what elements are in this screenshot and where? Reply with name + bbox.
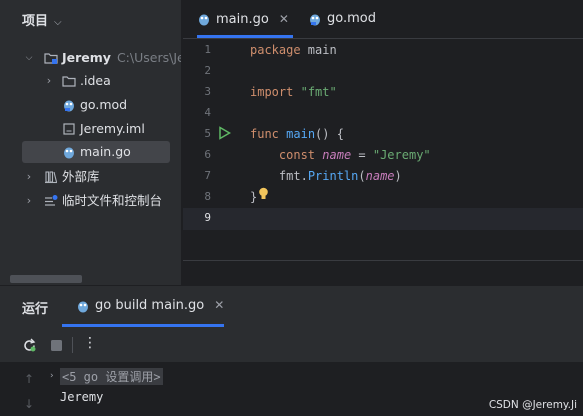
file-icon [63, 123, 75, 135]
tree-item-jeremy-iml[interactable]: Jeremy.iml [10, 118, 181, 140]
left-toolwindow-strip [0, 0, 10, 285]
tab-label: go.mod [327, 11, 376, 26]
line-number: 3 [204, 85, 211, 98]
line-number: 7 [204, 169, 211, 182]
scroll-down-icon[interactable]: ↓ [24, 397, 34, 411]
line-number: 6 [204, 148, 211, 161]
gopher-icon [78, 301, 88, 313]
line-number: 8 [204, 190, 211, 203]
tree-item-label: .idea [80, 73, 111, 88]
console-folded-line[interactable]: <5 go 设置调用> [60, 368, 163, 385]
close-icon[interactable]: ✕ [279, 12, 289, 26]
tab-go-mod[interactable]: go.mod [308, 0, 376, 38]
code-line-7[interactable]: fmt.Println(name) [250, 169, 402, 183]
console-output[interactable]: ↑ ↓ › <5 go 设置调用> Jeremy CSDN @Jeremy.Ji [0, 362, 583, 416]
console-output-line: Jeremy [60, 390, 104, 404]
editor-area: main.go ✕ go.mod 1 2 3 4 5 6 7 8 9 packag… [183, 0, 583, 286]
line-number: 5 [204, 127, 211, 140]
tree-item-label: JeremyC:\Users\Jer [62, 47, 181, 69]
active-tab-indicator [62, 324, 224, 327]
tree-item-label: go.mod [80, 97, 128, 112]
editor-bottom-area [183, 260, 583, 286]
run-config-tab[interactable]: go build main.go ✕ [76, 298, 224, 313]
horizontal-scrollbar[interactable] [10, 275, 82, 283]
folder-icon [62, 76, 76, 87]
tree-item-label: Jeremy.iml [80, 121, 145, 136]
tab-main-go[interactable]: main.go ✕ [197, 0, 289, 38]
code-line-6[interactable]: const name = "Jeremy" [250, 148, 431, 162]
chevron-down-icon: ⌵ [54, 17, 62, 28]
scratches-icon [45, 195, 58, 206]
run-tool-window: 运行 go build main.go ✕ ⋮ ↑ ↓ › <5 go 设置调用>… [0, 285, 583, 416]
line-number: 2 [204, 64, 211, 77]
chevron-right-icon[interactable]: › [24, 166, 34, 188]
tab-label: main.go [216, 12, 269, 27]
tree-item-label: 临时文件和控制台 [62, 193, 163, 208]
code-line-5[interactable]: func main() { [250, 127, 344, 141]
tree-item-label: main.go [80, 144, 131, 159]
tree-item-label: 外部库 [62, 169, 100, 184]
tree-item-main-go[interactable]: main.go [22, 141, 170, 163]
run-tab-label: go build main.go [95, 298, 205, 313]
run-gutter-icon[interactable] [218, 126, 231, 140]
code-line-3[interactable]: import "fmt" [250, 85, 337, 99]
run-header: 运行 go build main.go ✕ [0, 286, 583, 327]
tree-item-go-mod[interactable]: go.mod [10, 94, 181, 116]
fold-arrow-icon[interactable]: › [50, 371, 54, 381]
current-line-highlight [183, 208, 583, 230]
editor-tab-bar: main.go ✕ go.mod [183, 0, 583, 39]
line-number: 4 [204, 106, 211, 119]
rerun-icon[interactable] [22, 338, 37, 353]
project-panel-title[interactable]: 项目 ⌵ [22, 10, 62, 29]
stop-icon[interactable] [50, 339, 63, 352]
scroll-up-icon[interactable]: ↑ [24, 372, 34, 386]
gopher-icon [310, 14, 320, 26]
chevron-down-icon[interactable]: ⌵ [24, 47, 34, 69]
gopher-icon [64, 100, 74, 112]
run-toolbar: ⋮ [0, 328, 583, 363]
chevron-right-icon[interactable]: › [24, 190, 34, 212]
tree-item-idea[interactable]: › .idea [10, 70, 181, 92]
tree-item-external-libraries[interactable]: › 外部库 [10, 166, 181, 188]
gopher-icon [199, 14, 209, 26]
line-number: 1 [204, 43, 211, 56]
project-title-label: 项目 [22, 14, 49, 29]
tree-item-scratches[interactable]: › 临时文件和控制台 [10, 190, 181, 212]
watermark: CSDN @Jeremy.Ji [488, 399, 577, 411]
run-panel-title: 运行 [22, 302, 49, 317]
close-icon[interactable]: ✕ [214, 298, 224, 312]
lightbulb-icon[interactable] [258, 187, 269, 201]
code-line-1[interactable]: package main [250, 43, 337, 57]
tree-item-jeremy[interactable]: ⌵ JeremyC:\Users\Jer [10, 47, 181, 69]
code-line-8[interactable]: } [250, 190, 257, 204]
project-panel: 项目⌵ ⌵ JeremyC:\Users\Jer › .idea go.mod … [10, 0, 182, 285]
active-tab-indicator [197, 35, 293, 38]
gopher-icon [64, 147, 74, 159]
line-number: 9 [204, 211, 211, 224]
toolbar-separator [72, 337, 73, 353]
library-icon [45, 171, 58, 184]
module-folder-icon [44, 53, 58, 64]
chevron-right-icon[interactable]: › [44, 70, 54, 92]
more-options-icon[interactable]: ⋮ [83, 335, 97, 351]
project-path-hint: C:\Users\Jer [116, 50, 181, 65]
